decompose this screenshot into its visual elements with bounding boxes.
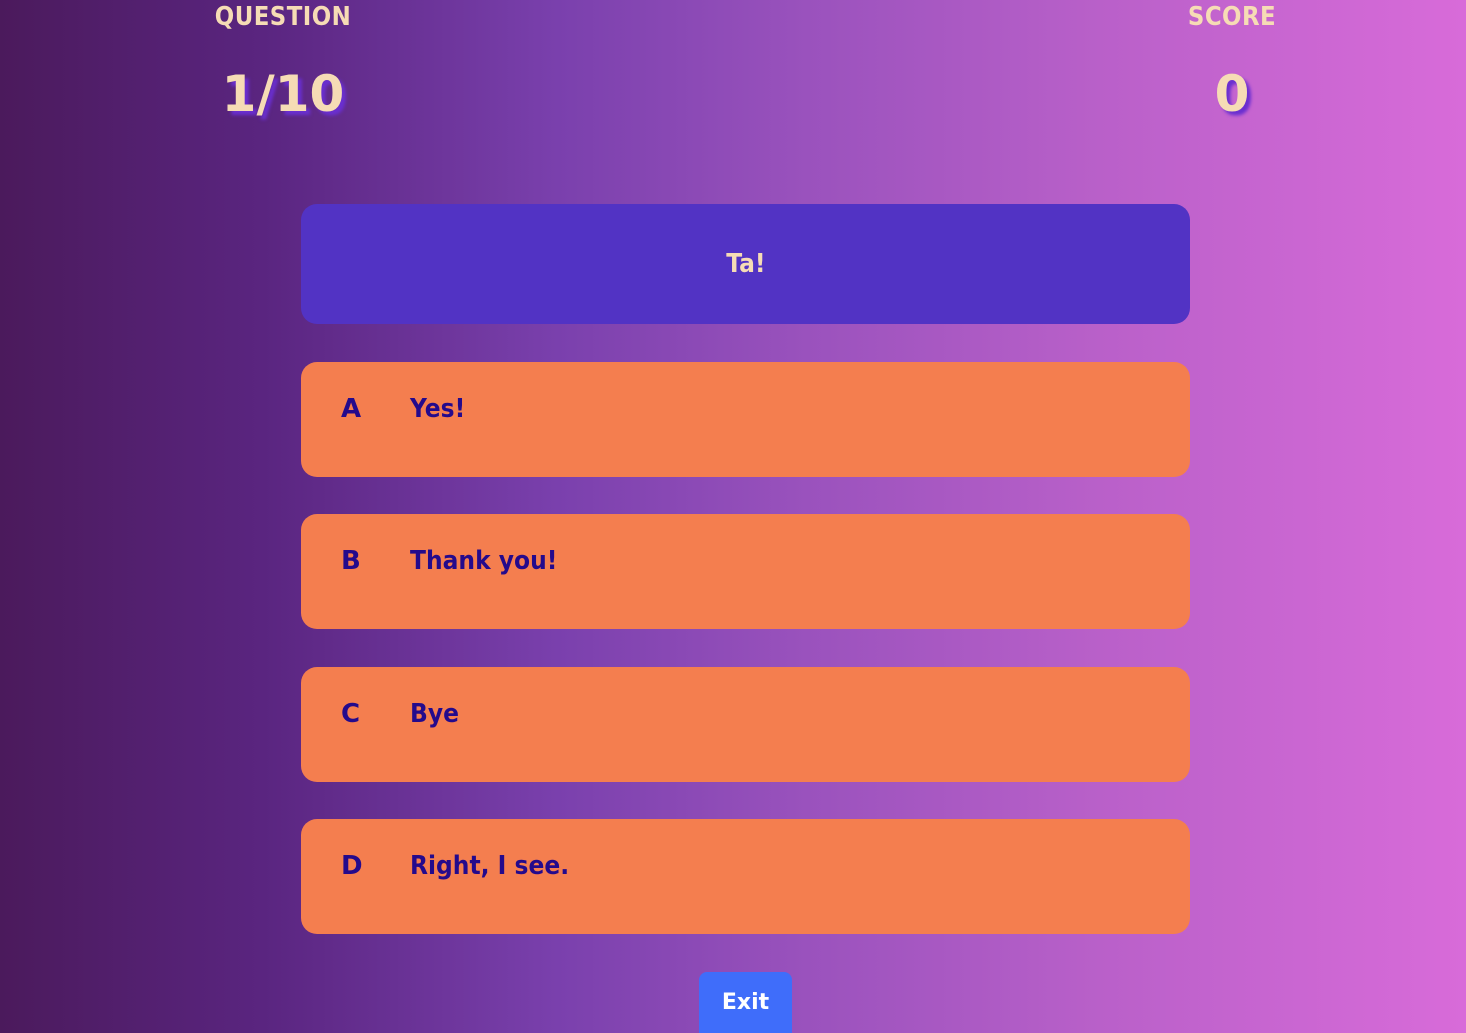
- answer-letter: C: [341, 699, 361, 729]
- score-counter: SCORE 0: [1132, 0, 1332, 126]
- answer-text: Right, I see.: [410, 851, 570, 881]
- question-label: QUESTION: [214, 2, 352, 32]
- answer-option-a[interactable]: A Yes!: [301, 362, 1190, 477]
- exit-button[interactable]: Exit: [699, 972, 792, 1033]
- answer-text: Thank you!: [410, 546, 558, 576]
- answer-option-b[interactable]: B Thank you!: [301, 514, 1190, 629]
- answer-option-d[interactable]: D Right, I see.: [301, 819, 1190, 934]
- question-counter: QUESTION 1/10: [183, 0, 383, 126]
- score-label: SCORE: [1187, 2, 1277, 32]
- question-card: Ta!: [301, 204, 1190, 324]
- question-progress: 1/10: [221, 65, 345, 123]
- answer-letter: A: [341, 394, 362, 424]
- answer-letter: B: [341, 546, 361, 576]
- question-text: Ta!: [725, 249, 766, 279]
- score-value: 0: [1214, 65, 1250, 123]
- answer-text: Bye: [410, 699, 459, 729]
- answer-option-c[interactable]: C Bye: [301, 667, 1190, 782]
- answer-text: Yes!: [410, 394, 466, 424]
- answer-letter: D: [341, 851, 363, 881]
